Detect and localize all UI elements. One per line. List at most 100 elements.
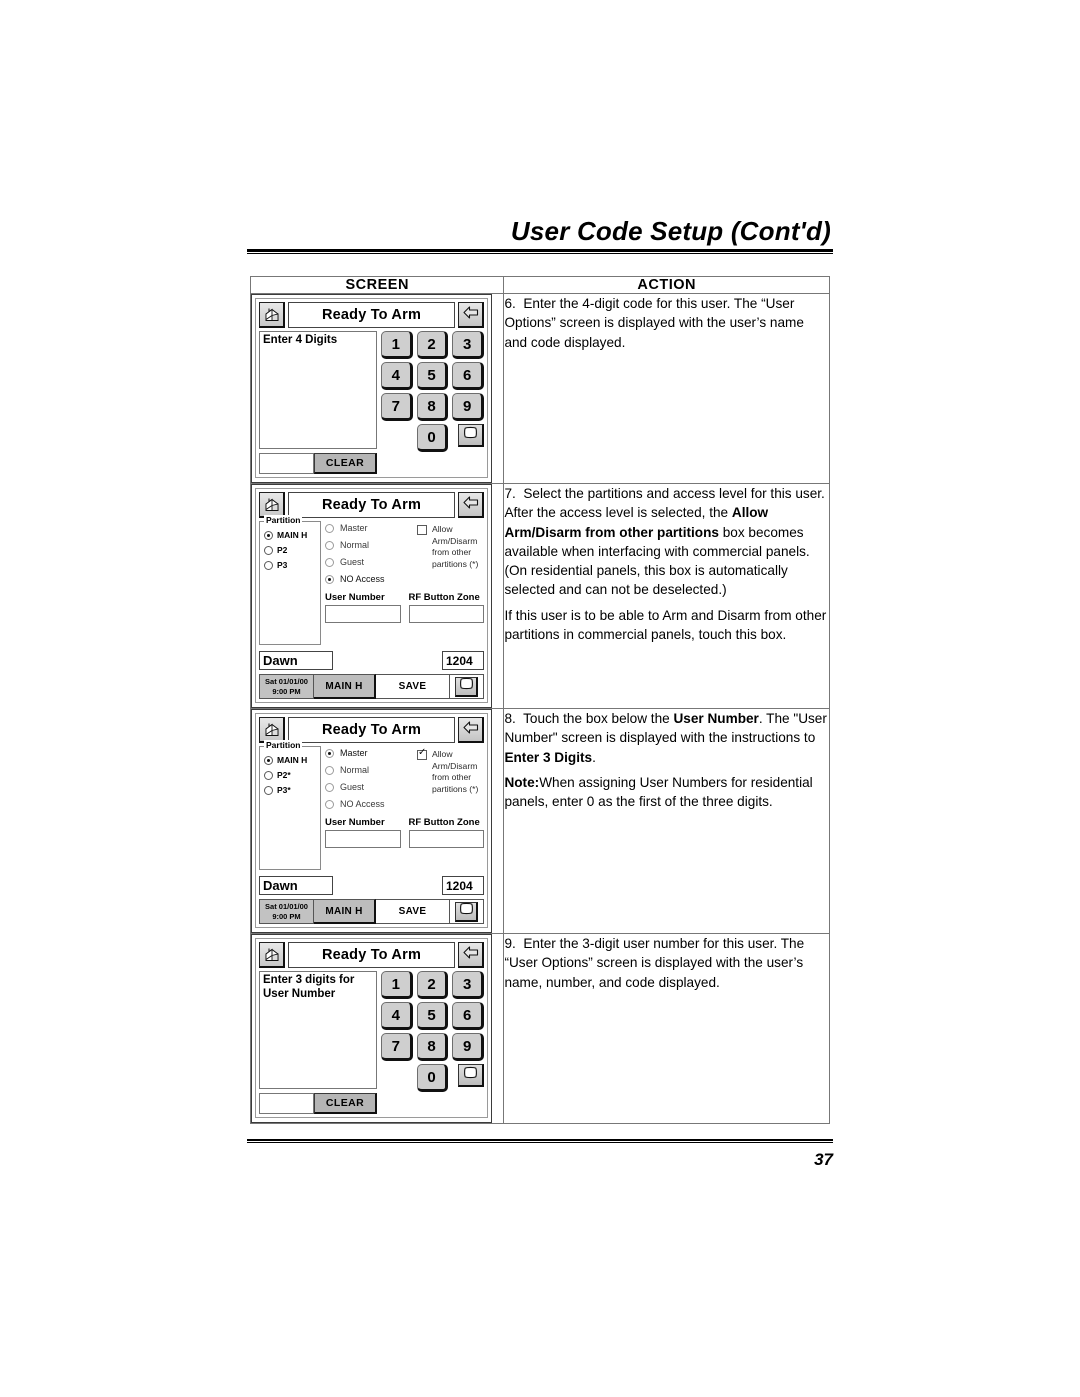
keypad-key-7[interactable]: 7 — [381, 393, 413, 421]
clear-button[interactable]: CLEAR — [314, 453, 377, 474]
access-level-radio[interactable] — [325, 540, 334, 550]
keypad-key-6[interactable]: 6 — [452, 362, 484, 390]
house-icon — [264, 497, 280, 513]
badge-icon — [463, 1066, 478, 1084]
access-level-option[interactable]: Normal — [325, 540, 411, 550]
access-level-option[interactable]: NO Access — [325, 574, 411, 584]
keypad-key-5[interactable]: 5 — [416, 362, 449, 390]
touchscreen-panel: Ready To Arm Partition MAIN H P2* P3* Master N… — [251, 709, 492, 933]
keypad-key-3[interactable]: 3 — [452, 971, 484, 999]
keypad-key-2[interactable]: 2 — [416, 971, 449, 999]
keypad-key-0[interactable]: 0 — [416, 1064, 449, 1092]
user-code-field[interactable]: 1204 — [442, 651, 484, 670]
partition-label: P2* — [277, 770, 291, 780]
action-text-run: Enter the 4-digit code for this user. Th… — [504, 296, 804, 350]
badge-button[interactable] — [455, 901, 478, 922]
access-level-option[interactable]: Master — [325, 523, 411, 533]
save-button[interactable]: SAVE — [376, 899, 450, 924]
code-entry-field[interactable] — [259, 453, 314, 474]
panel-status-text: Ready To Arm — [288, 302, 455, 328]
partition-legend: Partition — [264, 515, 303, 525]
page-title: User Code Setup (Cont'd) — [510, 216, 831, 246]
keypad-key-3[interactable]: 3 — [452, 331, 484, 359]
save-button[interactable]: SAVE — [376, 674, 450, 699]
partition-label: P3* — [277, 785, 291, 795]
access-level-option[interactable]: NO Access — [325, 799, 411, 809]
allow-arm-disarm-option[interactable]: Allow Arm/Disarmfrom other partitions (*… — [417, 746, 484, 816]
partition-radio[interactable] — [264, 560, 273, 570]
allow-arm-disarm-checkbox[interactable] — [417, 748, 427, 760]
field-input[interactable] — [325, 830, 401, 848]
back-button[interactable] — [458, 942, 484, 968]
code-entry-field[interactable] — [259, 1093, 314, 1114]
access-level-radio[interactable] — [325, 748, 334, 758]
table-row: Ready To Arm Partition MAIN H P2* P3* Master N… — [249, 708, 830, 934]
keypad-key-9[interactable]: 9 — [452, 1033, 484, 1061]
keypad-key-0[interactable]: 0 — [416, 424, 449, 452]
action-text-run: . — [592, 749, 596, 765]
access-level-radio[interactable] — [325, 574, 334, 584]
keypad-key-9[interactable]: 9 — [452, 393, 484, 421]
display-line: User Number — [263, 987, 336, 1000]
field-input[interactable] — [325, 605, 401, 623]
keypad-key-5[interactable]: 5 — [416, 1002, 449, 1030]
home-button[interactable] — [259, 302, 285, 328]
field-input[interactable] — [408, 830, 484, 848]
allow-arm-disarm-option[interactable]: Allow Arm/Disarmfrom other partitions (*… — [417, 521, 484, 591]
home-button[interactable] — [259, 942, 285, 968]
user-name-field[interactable]: Dawn — [259, 651, 333, 670]
form-field: User Number — [325, 817, 401, 848]
keypad-key-6[interactable]: 6 — [452, 1002, 484, 1030]
back-button[interactable] — [458, 302, 484, 328]
partition-radio[interactable] — [264, 530, 273, 540]
access-level-option[interactable]: Normal — [325, 765, 411, 775]
partition-radio[interactable] — [264, 770, 273, 780]
back-button[interactable] — [458, 492, 484, 518]
access-level-option[interactable]: Guest — [325, 557, 411, 567]
field-input[interactable] — [408, 605, 484, 623]
user-name-field[interactable]: Dawn — [259, 876, 333, 895]
keypad-key-4[interactable]: 4 — [381, 362, 413, 390]
badge-button[interactable] — [457, 424, 484, 447]
keypad-key-7[interactable]: 7 — [381, 1033, 413, 1061]
badge-button-container[interactable] — [450, 674, 484, 699]
allow-arm-disarm-checkbox[interactable] — [417, 525, 427, 535]
partition-option[interactable]: P3* — [264, 785, 317, 795]
access-level-radio[interactable] — [325, 799, 334, 809]
back-button[interactable] — [458, 717, 484, 743]
access-level-radio[interactable] — [325, 765, 334, 775]
partition-option[interactable]: P2 — [264, 545, 317, 555]
partition-radio[interactable] — [264, 785, 273, 795]
action-text-run: Enter the 3-digit user number for this u… — [504, 936, 805, 990]
access-level-radio[interactable] — [325, 782, 334, 792]
access-level-option[interactable]: Guest — [325, 782, 411, 792]
user-summary-row: Dawn 1204 — [259, 876, 484, 895]
access-level-radio[interactable] — [325, 557, 334, 567]
keypad-entry-row: CLEAR — [259, 1093, 377, 1114]
main-partition-button[interactable]: MAIN H — [314, 899, 376, 924]
keypad-key-8[interactable]: 8 — [416, 1033, 449, 1061]
badge-button-container[interactable] — [450, 899, 484, 924]
user-code-field[interactable]: 1204 — [442, 876, 484, 895]
back-arrow-icon — [462, 945, 479, 965]
badge-button[interactable] — [455, 676, 478, 697]
partition-option[interactable]: P3 — [264, 560, 317, 570]
partition-group: Partition MAIN H P2 P3 — [259, 515, 321, 645]
action-cell: 8. Touch the box below the User Number. … — [503, 708, 830, 934]
access-level-option[interactable]: Master — [325, 748, 411, 758]
keypad-key-1[interactable]: 1 — [381, 331, 413, 359]
keypad-key-4[interactable]: 4 — [381, 1002, 413, 1030]
partition-option[interactable]: P2* — [264, 770, 317, 780]
keypad-key-2[interactable]: 2 — [416, 331, 449, 359]
badge-button[interactable] — [457, 1064, 484, 1087]
access-level-radio[interactable] — [325, 523, 334, 533]
partition-radio[interactable] — [264, 755, 273, 765]
clear-button[interactable]: CLEAR — [314, 1093, 377, 1114]
partition-radio[interactable] — [264, 545, 273, 555]
partition-option[interactable]: MAIN H — [264, 530, 317, 540]
keypad-key-8[interactable]: 8 — [416, 393, 449, 421]
main-partition-button[interactable]: MAIN H — [314, 674, 376, 699]
keypad-key-1[interactable]: 1 — [381, 971, 413, 999]
partition-option[interactable]: MAIN H — [264, 755, 317, 765]
badge-icon — [463, 426, 478, 444]
